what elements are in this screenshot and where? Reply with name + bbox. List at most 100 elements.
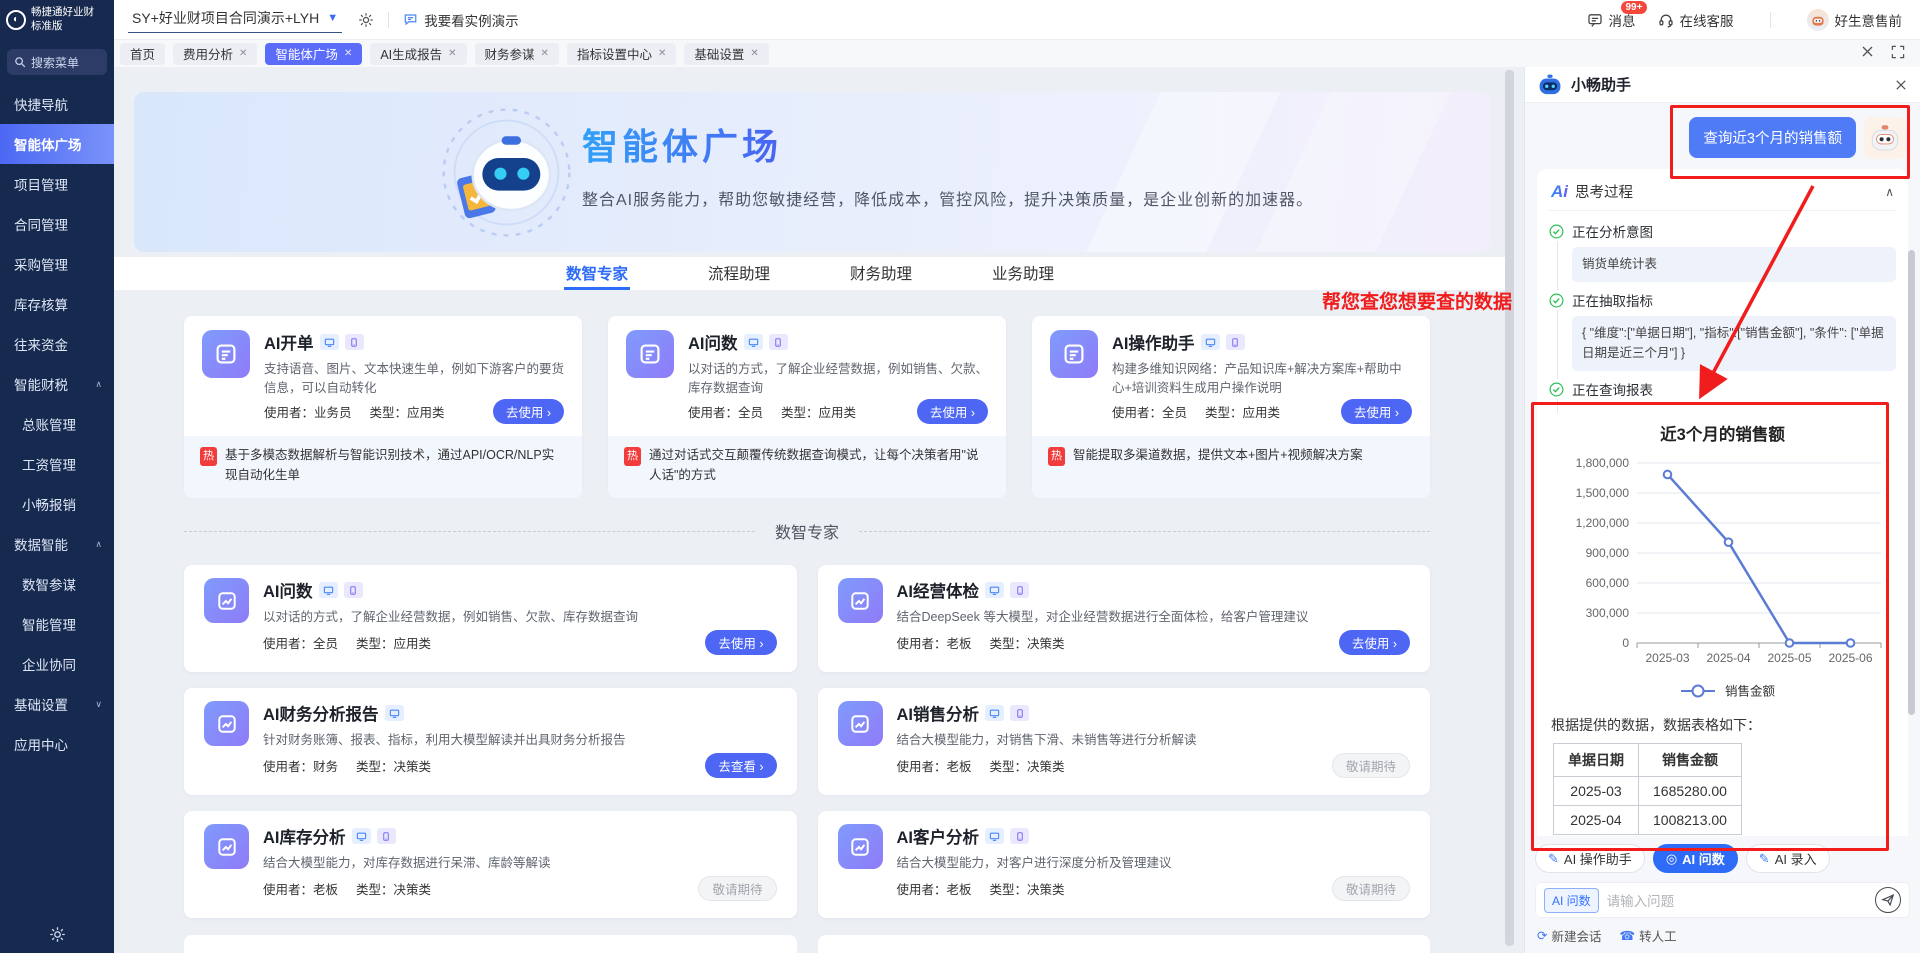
desktop-icon <box>385 705 404 721</box>
tab-chip[interactable]: 财务参谋 ✕ <box>475 43 559 65</box>
sidebar-item-label: 智能管理 <box>22 614 76 634</box>
sidebar-item[interactable]: 快捷导航 <box>0 84 114 124</box>
tab-chip[interactable]: 首页 ✕ <box>120 43 165 65</box>
category-tab[interactable]: 业务助理 <box>990 257 1056 290</box>
tab-close-icon[interactable]: ✕ <box>344 49 352 59</box>
expert-action-button[interactable]: 去使用 › <box>1339 630 1410 655</box>
expert-card-title: AI客户分析 <box>897 824 980 848</box>
user-account[interactable]: 好生意售前 <box>1807 9 1903 31</box>
quick-action-button[interactable]: ◎ AI 问数 <box>1653 844 1738 873</box>
sidebar-item[interactable]: 数据智能 ∧ <box>0 524 114 564</box>
svg-text:销售金额: 销售金额 <box>1725 684 1776 699</box>
expert-action-button[interactable]: 去使用 › <box>705 630 776 655</box>
fullscreen-icon[interactable] <box>1891 45 1905 59</box>
svg-text:1,500,000: 1,500,000 <box>1576 486 1630 500</box>
agent-icon <box>626 330 674 378</box>
expert-action-button[interactable]: 去查看 › <box>705 753 776 778</box>
sidebar-item-label: 数智参谋 <box>22 574 76 594</box>
chat-history[interactable]: 查询近3个月的销售额 Ai 思考过程 ∧ <box>1525 103 1920 836</box>
sidebar-item[interactable]: 应用中心 <box>0 724 114 764</box>
agent-card-user: 使用者：全员 <box>688 402 763 421</box>
sidebar-item[interactable]: 往来资金 <box>0 324 114 364</box>
sidebar-item[interactable]: 项目管理 <box>0 164 114 204</box>
expert-action-button[interactable]: 敬请期待 <box>698 876 776 901</box>
messages-button[interactable]: 消息 99+ <box>1587 10 1636 30</box>
agent-card[interactable]: AI开单 支持语音、图片、文本快速生单，例如下游客户的要货信息，可以自动转化 使… <box>184 316 582 490</box>
tab-close-icon[interactable]: ✕ <box>239 49 247 59</box>
sidebar-item[interactable]: 数智参谋 <box>0 564 114 604</box>
tab-close-icon[interactable]: ✕ <box>750 49 758 59</box>
partial-card <box>818 935 1431 953</box>
quick-action-button[interactable]: ✎ AI 操作助手 <box>1535 844 1645 873</box>
input-mode-tag[interactable]: AI 问数 <box>1544 888 1599 913</box>
close-icon[interactable] <box>1860 44 1875 59</box>
settings-gear-icon[interactable] <box>358 12 374 28</box>
sidebar-item[interactable]: 合同管理 <box>0 204 114 244</box>
panel-close-icon[interactable] <box>1894 78 1908 92</box>
expert-card[interactable]: AI库存分析 结合大模型能力，对库存数据进行呆滞、库龄等解读 使用者：老板 类型… <box>184 811 797 918</box>
svg-text:1,800,000: 1,800,000 <box>1576 456 1630 470</box>
expert-card[interactable]: AI客户分析 结合大模型能力，对客户进行深度分析及管理建议 使用者：老板 类型：… <box>818 811 1431 918</box>
agent-action-button[interactable]: 去使用 › <box>917 399 988 424</box>
tab-close-icon[interactable]: ✕ <box>448 49 456 59</box>
tab-chip[interactable]: 指标设置中心 ✕ <box>567 43 676 65</box>
sidebar-item[interactable]: 总账管理 <box>0 404 114 444</box>
sidebar-item[interactable]: 企业协同 <box>0 644 114 684</box>
category-tab[interactable]: 财务助理 <box>848 257 914 290</box>
expert-card[interactable]: AI问数 以对话的方式，了解企业经营数据，例如销售、欠款、库存数据查询 使用者：… <box>184 565 797 672</box>
expert-card[interactable]: AI经营体检 结合DeepSeek 等大模型，对企业经营数据进行全面体检，给客户… <box>818 565 1431 672</box>
tab-chip[interactable]: 费用分析 ✕ <box>173 43 257 65</box>
footer-link[interactable]: ☎ 转人工 <box>1620 926 1677 945</box>
check-circle-icon <box>1549 293 1564 308</box>
online-service-button[interactable]: 在线客服 <box>1658 10 1734 30</box>
agent-card-title: AI问数 <box>688 330 738 354</box>
collapse-chevron-icon[interactable]: ∧ <box>1885 185 1894 199</box>
expert-card[interactable]: AI销售分析 结合大模型能力，对销售下滑、未销售等进行分析解读 使用者：老板 类… <box>818 688 1431 795</box>
sidebar-item[interactable]: 智能管理 <box>0 604 114 644</box>
main-scrollbar[interactable] <box>1505 70 1514 946</box>
hot-badge: 热 <box>1048 447 1065 467</box>
agent-card[interactable]: AI操作助手 构建多维知识网络：产品知识库+解决方案库+帮助中心+培训资料生成用… <box>1032 316 1430 490</box>
category-tab-label: 数智专家 <box>566 266 628 283</box>
expert-card-type: 类型：决策类 <box>356 879 431 898</box>
sidebar-item-label: 小畅报销 <box>22 494 76 514</box>
org-selector[interactable]: SY+好业财项目合同演示+LYH ▼ <box>128 6 342 33</box>
section-divider: 数智专家 <box>184 519 1430 543</box>
agent-action-button[interactable]: 去使用 › <box>493 399 564 424</box>
sidebar-item[interactable]: 工资管理 <box>0 444 114 484</box>
sidebar-settings-gear-icon[interactable] <box>0 926 114 943</box>
tab-chip[interactable]: 基础设置 ✕ <box>684 43 768 65</box>
agent-action-button[interactable]: 去使用 › <box>1341 399 1412 424</box>
tab-chip[interactable]: 智能体广场 ✕ <box>265 43 362 65</box>
sidebar-item[interactable]: 智能财税 ∧ <box>0 364 114 404</box>
panel-scrollbar[interactable] <box>1908 250 1915 715</box>
svg-text:900,000: 900,000 <box>1586 546 1630 560</box>
category-tab[interactable]: 数智专家 <box>564 257 630 290</box>
expert-action-button[interactable]: 敬请期待 <box>1332 753 1410 778</box>
sidebar-item[interactable]: 智能体广场 <box>0 124 114 164</box>
sidebar-item-label: 智能财税 <box>14 374 68 394</box>
think-step: 正在查询报表 <box>1549 379 1896 413</box>
expert-card-type: 类型：应用类 <box>356 633 431 652</box>
tab-chip[interactable]: AI生成报告 ✕ <box>370 43 466 65</box>
tab-label: 财务参谋 <box>485 44 535 63</box>
sidebar-item[interactable]: 小畅报销 <box>0 484 114 524</box>
question-input[interactable]: AI 问数 请输入问题 <box>1535 882 1910 918</box>
footer-link[interactable]: ⟳ 新建会话 <box>1537 926 1602 945</box>
sidebar-item[interactable]: 采购管理 <box>0 244 114 284</box>
tab-close-icon[interactable]: ✕ <box>658 49 666 59</box>
menu-search-input[interactable]: 搜索菜单 <box>7 49 107 75</box>
send-button[interactable] <box>1875 887 1901 913</box>
demo-link[interactable]: 我要看实例演示 <box>403 10 519 30</box>
category-tab[interactable]: 流程助理 <box>706 257 772 290</box>
mobile-icon <box>377 828 396 844</box>
agent-icon <box>204 701 249 746</box>
quick-action-button[interactable]: ✎ AI 录入 <box>1746 844 1830 873</box>
agent-card-type: 类型：应用类 <box>781 402 856 421</box>
sidebar-item[interactable]: 基础设置 ∨ <box>0 684 114 724</box>
sidebar-item[interactable]: 库存核算 <box>0 284 114 324</box>
expert-action-button[interactable]: 敬请期待 <box>1332 876 1410 901</box>
expert-card[interactable]: AI财务分析报告 针对财务账簿、报表、指标，利用大模型解读并出具财务分析报告 使… <box>184 688 797 795</box>
agent-card[interactable]: AI问数 以对话的方式，了解企业经营数据，例如销售、欠款、库存数据查询 使用者：… <box>608 316 1006 490</box>
tab-close-icon[interactable]: ✕ <box>541 49 549 59</box>
